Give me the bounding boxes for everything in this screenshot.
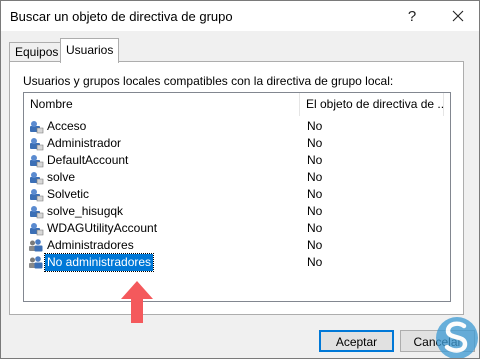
user-icon <box>30 172 44 185</box>
list-item[interactable]: DefaultAccount No <box>24 152 444 169</box>
user-icon <box>30 206 44 219</box>
row-name: Administradores <box>47 238 134 252</box>
row-value: No <box>307 170 323 184</box>
solvetic-logo-icon <box>436 317 478 358</box>
tab-panel-usuarios: Usuarios y grupos locales compatibles co… <box>9 61 464 315</box>
list-item[interactable]: Solvetic No <box>24 186 444 203</box>
close-button[interactable] <box>441 3 475 29</box>
row-value: No <box>307 119 323 133</box>
panel-label: Usuarios y grupos locales compatibles co… <box>23 74 394 88</box>
row-value: No <box>307 238 323 252</box>
row-value: No <box>307 153 323 167</box>
user-icon <box>30 138 44 151</box>
close-icon <box>452 10 464 22</box>
annotation-arrow-icon <box>121 281 153 323</box>
row-name: solve_hisugqk <box>47 204 124 218</box>
user-icon <box>30 223 44 236</box>
list-item[interactable]: Acceso No <box>24 118 444 135</box>
row-value: No <box>307 187 323 201</box>
group-icon <box>29 256 43 269</box>
window-title: Buscar un objeto de directiva de grupo <box>10 9 233 24</box>
row-value: No <box>307 136 323 150</box>
row-name: solve <box>47 170 76 184</box>
user-icon <box>30 121 44 134</box>
list-item[interactable]: Administradores No <box>24 237 444 254</box>
user-icon <box>30 189 44 202</box>
row-value: No <box>307 221 323 235</box>
column-header-objeto[interactable]: El objeto de directiva de ... <box>300 93 444 116</box>
column-header-nombre[interactable]: Nombre <box>24 93 300 116</box>
title-bar[interactable]: Buscar un objeto de directiva de grupo ? <box>1 1 479 31</box>
group-icon <box>29 239 43 252</box>
list-item[interactable]: Administrador No <box>24 135 444 152</box>
help-button[interactable]: ? <box>399 3 425 29</box>
list-item[interactable]: WDAGUtilityAccount No <box>24 220 444 237</box>
row-name: No administradores <box>43 253 155 272</box>
row-value: No <box>307 204 323 218</box>
row-value: No <box>307 255 323 269</box>
tab-equipos[interactable]: Equipos <box>9 42 65 63</box>
dialog-window: Buscar un objeto de directiva de grupo ?… <box>0 0 480 359</box>
user-icon <box>30 155 44 168</box>
row-name: Solvetic <box>47 187 90 201</box>
list-header: Nombre El objeto de directiva de ... <box>24 93 450 116</box>
list-item-selected[interactable]: No administradores No <box>24 253 444 272</box>
ok-button[interactable]: Aceptar <box>319 330 394 352</box>
row-name: Acceso <box>47 119 87 133</box>
users-list[interactable]: Nombre El objeto de directiva de ... Acc… <box>23 92 451 302</box>
row-name: Administrador <box>47 136 122 150</box>
row-name: DefaultAccount <box>47 153 129 167</box>
row-name: WDAGUtilityAccount <box>47 221 158 235</box>
list-item[interactable]: solve No <box>24 169 444 186</box>
tab-usuarios[interactable]: Usuarios <box>60 38 120 63</box>
list-item[interactable]: solve_hisugqk No <box>24 203 444 220</box>
